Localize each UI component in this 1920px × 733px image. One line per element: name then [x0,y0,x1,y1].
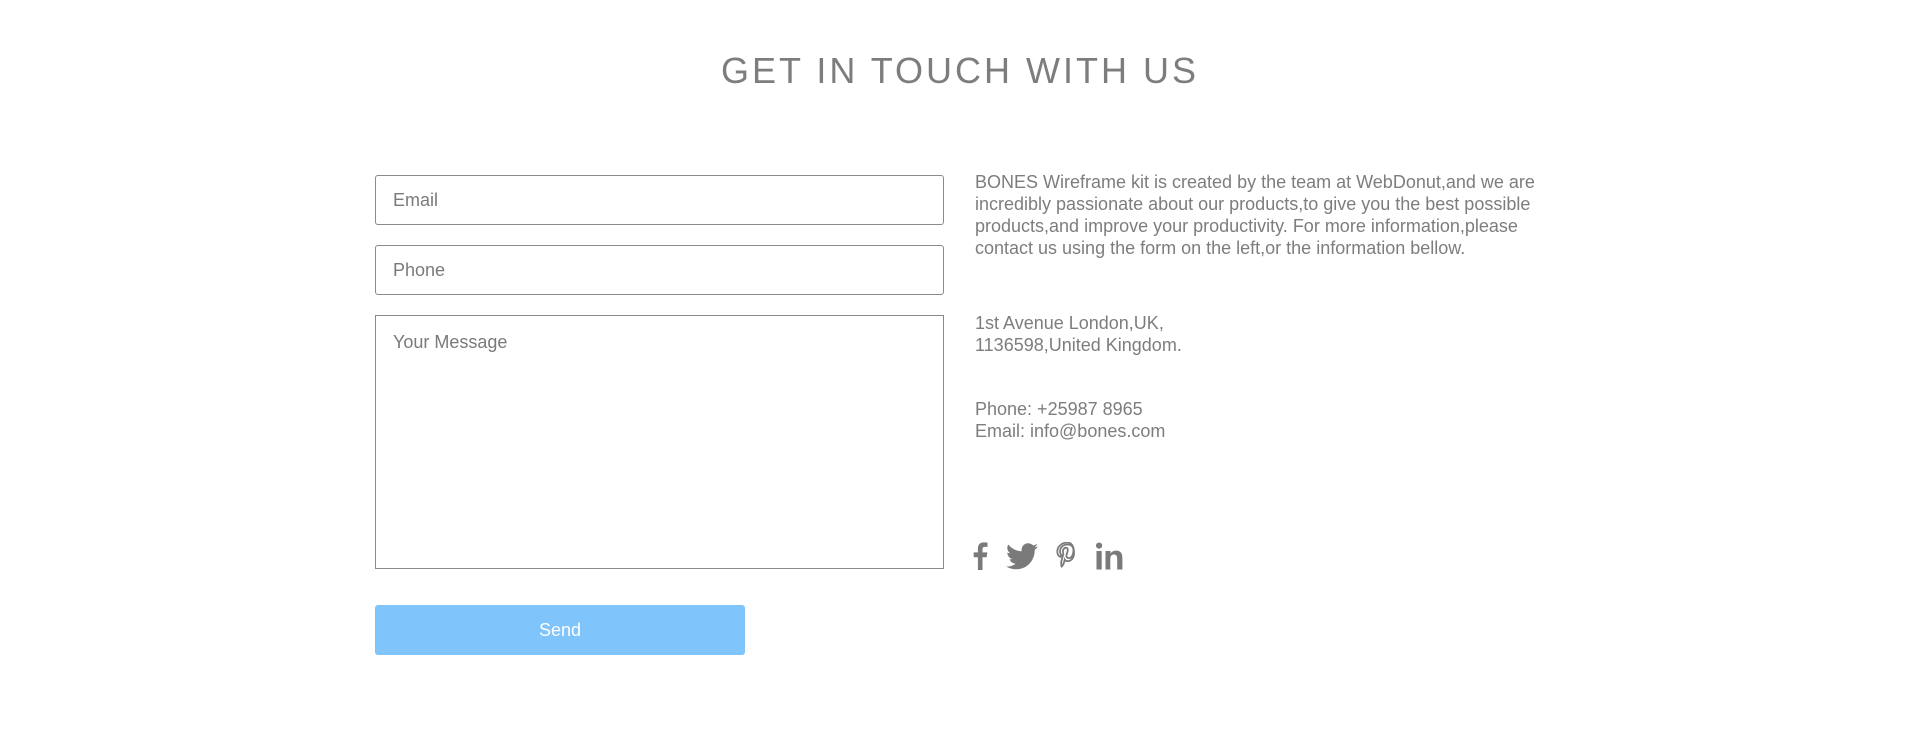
facebook-link[interactable] [972,542,988,570]
company-description: BONES Wireframe kit is created by the te… [975,172,1535,258]
page-title: GET IN TOUCH WITH US [720,50,1200,91]
contact-phone: Phone: +25987 8965 [975,399,1143,419]
pinterest-link[interactable] [1056,542,1078,570]
send-button[interactable]: Send [375,605,745,655]
contact-email: Email: info@bones.com [975,421,1166,441]
social-links [972,538,1144,574]
facebook-icon [972,542,988,570]
contact-block: Phone: +25987 8965 Email: info@bones.com [975,398,1375,442]
address-line-2: 1136598,United Kingdom. [975,335,1182,355]
twitter-link[interactable] [1006,542,1038,570]
contact-page: GET IN TOUCH WITH US Send BONES Wirefram… [0,0,1920,733]
twitter-icon [1006,542,1038,570]
pinterest-icon [1056,542,1078,570]
email-field[interactable] [375,175,944,225]
phone-field[interactable] [375,245,944,295]
linkedin-icon [1096,542,1126,570]
linkedin-link[interactable] [1096,542,1126,570]
address-block: 1st Avenue London,UK, 1136598,United Kin… [975,312,1375,356]
address-line-1: 1st Avenue London,UK, [975,313,1164,333]
message-textarea[interactable] [375,315,944,569]
